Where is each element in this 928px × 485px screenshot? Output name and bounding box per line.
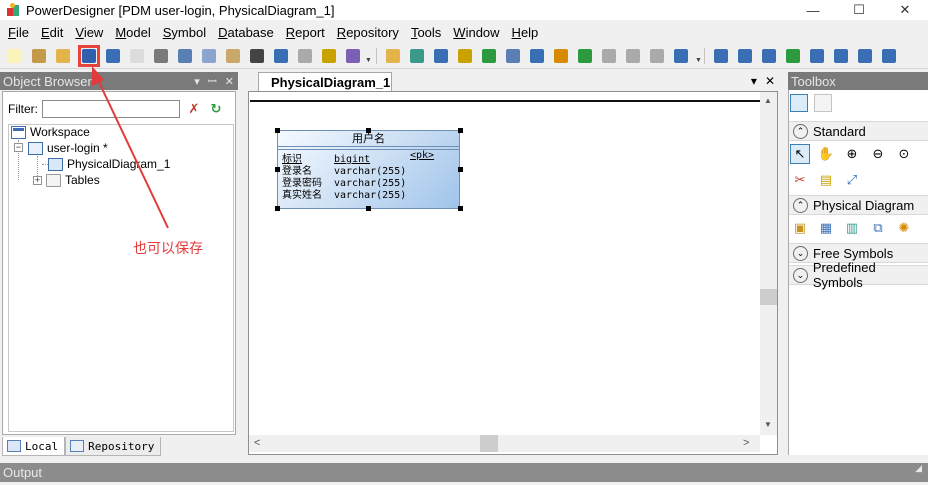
note-tool-icon[interactable]: ▤ — [816, 170, 836, 190]
toolbox-section-physical[interactable]: ⌃ Physical Diagram — [789, 195, 928, 215]
grabber-tool-icon[interactable]: ✋ — [816, 144, 836, 164]
chevron-down-icon: ⌄ — [793, 267, 808, 283]
toolbox-section-standard[interactable]: ⌃ Standard — [789, 121, 928, 141]
reference-tool-icon[interactable]: ⧉ — [868, 218, 888, 238]
output-title: Output — [3, 465, 43, 480]
toolbox-title: Toolbox — [791, 73, 836, 89]
pointer-tool-icon[interactable]: ↖ — [790, 144, 810, 164]
view-tool-icon[interactable]: ▥ — [842, 218, 862, 238]
toolbox-section-predefined-symbols[interactable]: ⌄ Predefined Symbols — [789, 260, 928, 290]
output-panel-header[interactable]: Output ◢ — [0, 463, 928, 482]
procedure-tool-icon[interactable]: ✺ — [894, 218, 914, 238]
cut-tool-icon[interactable]: ✂ — [790, 170, 810, 190]
chevron-up-icon: ⌃ — [793, 123, 808, 139]
package-tool-icon[interactable]: ▣ — [790, 218, 810, 238]
zoom-out-icon[interactable]: ⊖ — [868, 144, 888, 164]
chevron-up-icon: ⌃ — [793, 197, 808, 213]
section-label: Physical Diagram — [813, 197, 915, 213]
list-view-icon[interactable] — [814, 94, 832, 112]
large-icons-view-icon[interactable] — [790, 94, 808, 112]
zoom-in-icon[interactable]: ⊕ — [842, 144, 862, 164]
section-label: Predefined Symbols — [812, 260, 876, 290]
annotation-text: 也可以保存 — [133, 241, 203, 257]
table-tool-icon[interactable]: ▦ — [816, 218, 836, 238]
chevron-down-icon: ⌄ — [793, 245, 808, 261]
link-tool-icon[interactable]: ⤢ — [842, 170, 862, 190]
section-label: Standard — [813, 123, 866, 139]
zoom-fit-icon[interactable]: ⊙ — [894, 144, 914, 164]
panel-resize-icon[interactable]: ◢ — [915, 463, 922, 474]
section-label: Free Symbols — [813, 245, 894, 261]
toolbox-header: Toolbox — [788, 72, 928, 90]
